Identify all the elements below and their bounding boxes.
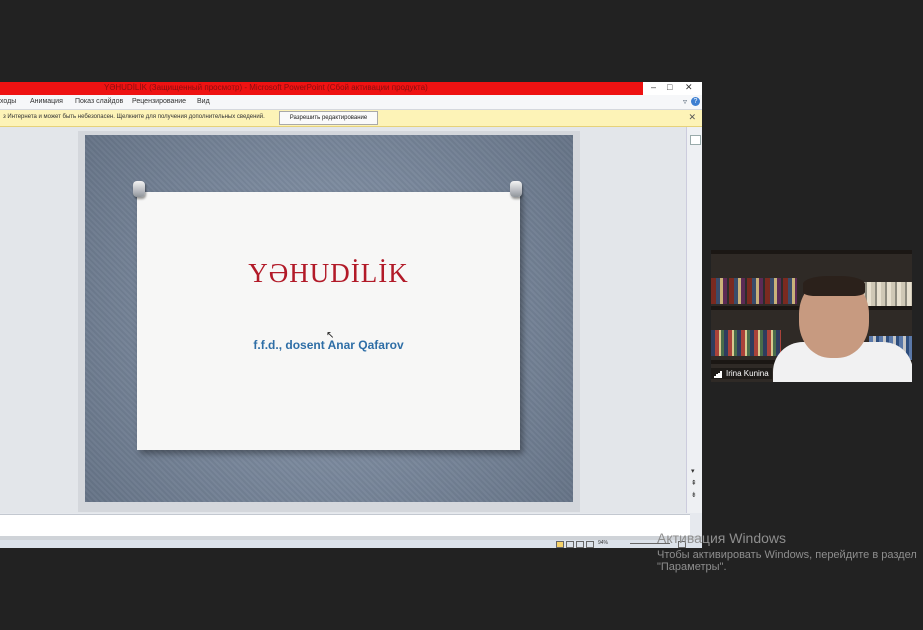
activation-line-2: "Параметры".	[657, 561, 727, 573]
status-bar: 94%	[0, 540, 702, 548]
slide-sorter-icon[interactable]	[566, 541, 574, 548]
zoom-level[interactable]: 94%	[598, 540, 608, 546]
protected-view-message[interactable]: з Интернета и может быть небезопасен. Ще…	[3, 114, 265, 120]
scrollbar-thumb[interactable]	[690, 135, 701, 145]
signal-strength-icon	[714, 371, 723, 378]
mouse-cursor-icon: ↖	[326, 330, 335, 341]
bookshelf	[711, 330, 781, 356]
pushpin-icon	[510, 181, 522, 197]
previous-slide-icon[interactable]: ⇞	[691, 479, 697, 487]
window-controls: – □ ✕	[643, 82, 702, 95]
close-button[interactable]: ✕	[685, 82, 693, 93]
scroll-down-arrow-icon[interactable]: ▾	[691, 467, 695, 475]
participant-name: Irina Kunina	[711, 368, 772, 379]
vertical-scrollbar[interactable]: ▾ ⇞ ⇟	[686, 127, 702, 513]
person-hair	[803, 276, 865, 296]
tab-view[interactable]: Вид	[197, 98, 210, 105]
slide-title: YƏHUDİLİK	[248, 258, 409, 288]
tab-animation[interactable]: Анимация	[30, 98, 63, 105]
bookshelf	[861, 282, 912, 308]
ribbon-tabs: ходы Анимация Показ слайдов Рецензирован…	[0, 95, 702, 110]
pushpin-icon	[133, 181, 145, 197]
maximize-button[interactable]: □	[667, 82, 672, 92]
slide-card: YƏHUDİLİK f.f.d., dosent Anar Qafarov ↖	[137, 192, 520, 450]
window-title: YƏHUDİLİK (Защищенный просмотр) - Micros…	[104, 83, 428, 92]
activation-heading: Активация Windows	[657, 530, 787, 546]
minimize-button[interactable]: –	[651, 82, 656, 92]
activation-line-1: Чтобы активировать Windows, перейдите в …	[657, 549, 917, 561]
webcam-video: Irina Kunina	[711, 250, 912, 382]
tab-review[interactable]: Рецензирование	[132, 98, 186, 105]
bookshelf	[711, 250, 912, 254]
enable-editing-button[interactable]: Разрешить редактирование	[279, 111, 378, 125]
notes-pane[interactable]	[0, 514, 690, 537]
shared-screen: YƏHUDİLİK (Защищенный просмотр) - Micros…	[0, 82, 702, 548]
protected-view-bar: з Интернета и может быть небезопасен. Ще…	[0, 110, 702, 127]
reading-view-icon[interactable]	[576, 541, 584, 548]
tab-transitions[interactable]: ходы	[0, 98, 16, 105]
slideshow-icon[interactable]	[586, 541, 594, 548]
slide: YƏHUDİLİK f.f.d., dosent Anar Qafarov ↖	[85, 135, 573, 502]
windows-activation-watermark: Активация Windows Чтобы активировать Win…	[657, 530, 917, 573]
close-icon[interactable]: ✕	[688, 112, 696, 123]
bookshelf	[711, 278, 797, 304]
ribbon-collapse-icon[interactable]: ▿	[683, 97, 687, 106]
normal-view-icon[interactable]	[556, 541, 564, 548]
window-titlebar: YƏHUDİLİK (Защищенный просмотр) - Micros…	[0, 82, 643, 95]
tab-slideshow[interactable]: Показ слайдов	[75, 98, 123, 105]
next-slide-icon[interactable]: ⇟	[691, 491, 697, 499]
help-icon[interactable]: ?	[691, 97, 700, 106]
participant-name-label: Irina Kunina	[726, 369, 769, 378]
